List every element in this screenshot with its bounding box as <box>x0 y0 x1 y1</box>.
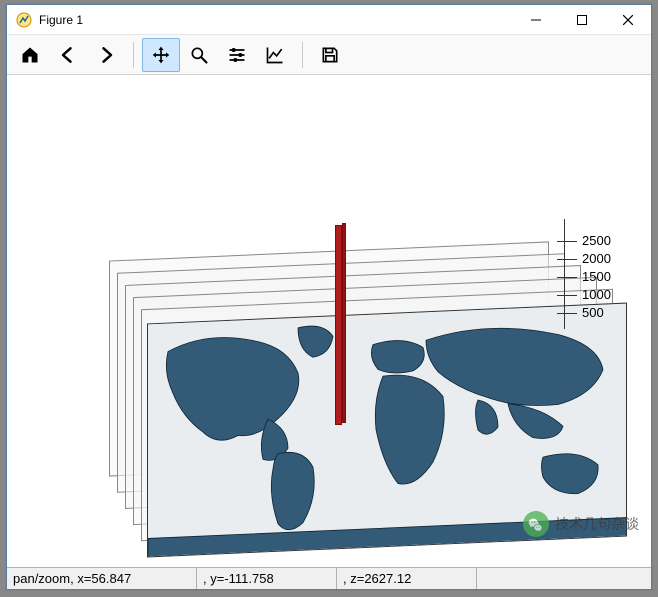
save-button[interactable] <box>311 38 349 72</box>
status-mode-x: pan/zoom, x=56.847 <box>7 568 197 589</box>
forward-button[interactable] <box>87 38 125 72</box>
configure-subplots-button[interactable] <box>218 38 256 72</box>
edit-axes-button[interactable] <box>256 38 294 72</box>
close-button[interactable] <box>605 5 651 35</box>
figure-window: Figure 1 <box>6 4 652 590</box>
toolbar-separator <box>302 42 303 68</box>
maximize-button[interactable] <box>559 5 605 35</box>
status-z: , z=2627.12 <box>337 568 477 589</box>
z-tick-label: 1500 <box>582 269 611 284</box>
home-button[interactable] <box>11 38 49 72</box>
zoom-button[interactable] <box>180 38 218 72</box>
z-tick-label: 2000 <box>582 251 611 266</box>
statusbar: pan/zoom, x=56.847 , y=-111.758 , z=2627… <box>7 567 651 589</box>
z-tick-label: 1000 <box>582 287 611 302</box>
z-tick <box>557 241 577 242</box>
z-tick-label: 500 <box>582 305 604 320</box>
minimize-button[interactable] <box>513 5 559 35</box>
data-bar-side <box>342 223 346 423</box>
z-tick <box>557 295 577 296</box>
axes3d: 500 1000 1500 2000 2500 <box>87 135 587 555</box>
toolbar <box>7 35 651 75</box>
world-map-plane <box>147 303 627 558</box>
z-tick-label: 2500 <box>582 233 611 248</box>
back-button[interactable] <box>49 38 87 72</box>
app-icon <box>15 11 33 29</box>
z-tick <box>557 259 577 260</box>
status-y: , y=-111.758 <box>197 568 337 589</box>
window-title: Figure 1 <box>39 13 83 27</box>
plot-canvas[interactable]: 500 1000 1500 2000 2500 技术几句杂谈 <box>7 75 651 567</box>
toolbar-separator <box>133 42 134 68</box>
world-map-svg <box>148 303 627 557</box>
z-tick <box>557 313 577 314</box>
data-bar <box>335 225 342 425</box>
z-tick <box>557 277 577 278</box>
titlebar: Figure 1 <box>7 5 651 35</box>
pan-button[interactable] <box>142 38 180 72</box>
